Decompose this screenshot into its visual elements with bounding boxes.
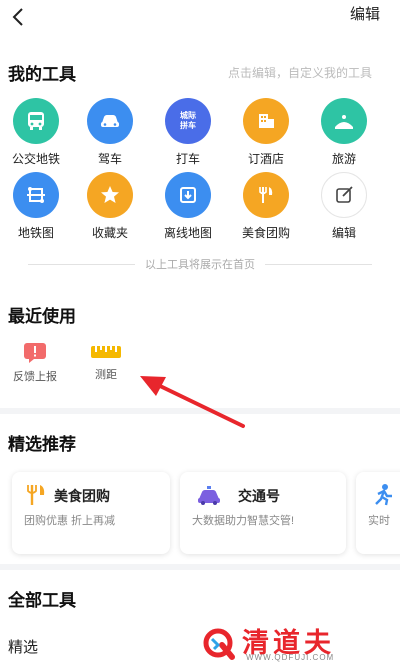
header: 编辑 [0, 0, 400, 44]
recent-item-feedback[interactable]: 反馈上报 [0, 342, 70, 384]
divider-text: 以上工具将展示在首页 [145, 259, 255, 271]
chevron-left-icon [12, 8, 23, 26]
my-tools-section: 编辑 我的工具 点击编辑，自定义我的工具 公交地铁 驾车 城际 拼车 打车 订酒… [0, 0, 400, 286]
divider-line [265, 263, 372, 265]
offline-map-icon [165, 172, 211, 218]
taxi-icon: 城际 拼车 [165, 98, 211, 144]
tool-label: 编辑 [331, 226, 356, 240]
edit-button[interactable]: 编辑 [350, 3, 380, 24]
featured-card-subtitle: 大数据助力智慧交管! [192, 515, 295, 527]
tool-label: 订酒店 [247, 152, 284, 166]
watermark-url: WWW.QDFUJI.COM [246, 653, 335, 662]
tool-food[interactable]: 美食团购 [230, 172, 302, 241]
recent-section: 最近使用 反馈上报 测距 [0, 286, 400, 408]
all-tools-subtitle: 精选 [8, 639, 39, 656]
ruler-icon [91, 346, 121, 358]
tool-label: 地铁图 [17, 226, 54, 240]
tool-favorites[interactable]: 收藏夹 [74, 172, 146, 241]
tool-label: 打车 [175, 152, 200, 166]
recent-item-measure[interactable]: 测距 [71, 342, 141, 382]
tool-taxi[interactable]: 城际 拼车 打车 [152, 98, 224, 167]
tool-label: 旅游 [331, 152, 356, 166]
my-tools-title: 我的工具 [8, 65, 76, 84]
bus-icon [13, 98, 59, 144]
tool-label: 公交地铁 [11, 152, 60, 166]
tool-bus[interactable]: 公交地铁 [0, 98, 72, 167]
tool-offline-map[interactable]: 离线地图 [152, 172, 224, 241]
tool-label: 离线地图 [163, 226, 212, 240]
featured-card-partial[interactable]: 实时 [356, 472, 400, 554]
homepage-divider: 以上工具将展示在首页 [28, 256, 372, 272]
watermark: 清道夫 WWW.QDFUJI.COM [200, 623, 388, 663]
my-tools-hint: 点击编辑，自定义我的工具 [227, 66, 372, 80]
recent-title: 最近使用 [8, 307, 76, 326]
tool-label: 美食团购 [241, 226, 290, 240]
subway-map-icon [13, 172, 59, 218]
taxi-badge-line1: 城际 [180, 111, 196, 120]
recent-label: 反馈上报 [13, 371, 57, 383]
tool-subway-map[interactable]: 地铁图 [0, 172, 72, 241]
featured-card-food[interactable]: 美食团购 团购优惠 折上再减 [12, 472, 170, 554]
featured-card-title: 交通号 [238, 488, 280, 504]
all-tools-title: 全部工具 [8, 591, 76, 610]
featured-card-subtitle: 团购优惠 折上再减 [24, 515, 116, 527]
recent-label: 测距 [95, 369, 117, 381]
tool-label: 收藏夹 [91, 226, 128, 240]
hotel-icon [243, 98, 289, 144]
taxi-badge-line2: 拼车 [180, 121, 196, 130]
watermark-logo-icon [203, 628, 235, 660]
featured-card-traffic[interactable]: 交通号 大数据助力智慧交管! [180, 472, 346, 554]
tool-hotel[interactable]: 订酒店 [230, 98, 302, 167]
featured-title: 精选推荐 [8, 435, 76, 454]
edit-icon [321, 172, 367, 218]
runner-icon [375, 484, 392, 506]
tool-drive[interactable]: 驾车 [74, 98, 146, 167]
featured-card-subtitle: 实时 [368, 515, 390, 527]
featured-section: 精选推荐 美食团购 团购优惠 折上再减 交通号 大数据助力智慧交管! 实时 [0, 414, 400, 564]
tool-travel[interactable]: 旅游 [308, 98, 380, 167]
car-icon [87, 98, 133, 144]
feedback-icon [24, 343, 46, 363]
tool-label: 驾车 [97, 152, 122, 166]
food-icon [27, 485, 45, 505]
divider-line [28, 263, 135, 265]
star-icon [87, 172, 133, 218]
back-button[interactable] [4, 2, 34, 32]
police-car-icon [198, 486, 220, 505]
travel-icon [321, 98, 367, 144]
tool-edit[interactable]: 编辑 [308, 172, 380, 241]
featured-card-title: 美食团购 [54, 488, 110, 504]
food-icon [243, 172, 289, 218]
